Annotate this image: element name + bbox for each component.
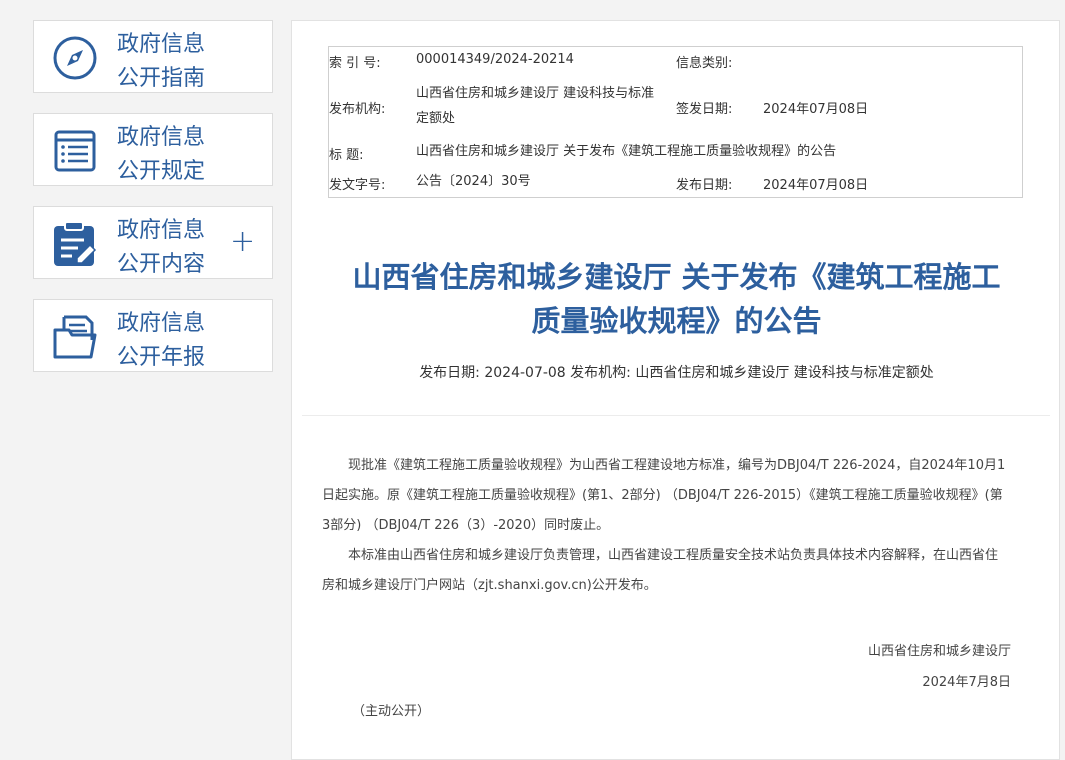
paragraph: 本标准由山西省住房和城乡建设厅负责管理，山西省建设工程质量安全技术站负责具体技术… [322, 548, 999, 593]
sidebar-item-content[interactable]: 政府信息 公开内容 + [33, 206, 273, 279]
disclosure-note: （主动公开） [352, 704, 431, 719]
org-label: 发布机构: [329, 102, 386, 117]
sidebar-item-label: 政府信息 公开指南 [117, 32, 206, 91]
category-label: 信息类别: [676, 56, 733, 71]
sidebar-item-guide[interactable]: 政府信息 公开指南 [33, 20, 273, 93]
index-value: 000014349/2024-20214 [416, 52, 574, 67]
sidebar-item-label: 政府信息 公开规定 [117, 125, 206, 184]
edit-clipboard-icon [54, 221, 97, 266]
article-body: 现批准《建筑工程施工质量验收规程》为山西省工程建设地方标准，编号为DBJ04/T… [322, 451, 1010, 601]
sidebar-item-annual-report[interactable]: 政府信息 公开年报 [33, 299, 273, 372]
sidebar: 政府信息 公开指南 政府信息 公开规定 政府信息 公开内容 + 政府信息 公开年… [33, 20, 273, 392]
article-title: 山西省住房和城乡建设厅 关于发布《建筑工程施工 质量验收规程》的公告 [352, 260, 1001, 338]
sign-date-label: 签发日期: [676, 102, 733, 117]
org-value: 山西省住房和城乡建设厅 建设科技与标准定额处 [416, 86, 655, 126]
publish-date-value: 2024年07月08日 [763, 178, 869, 193]
signer: 山西省住房和城乡建设厅 [867, 644, 1011, 659]
title-label: 标 题: [329, 148, 364, 163]
article-panel: 索 引 号: 000014349/2024-20214 信息类别: 发布机构: … [291, 20, 1060, 760]
sidebar-item-label: 政府信息 公开内容 [117, 218, 206, 277]
sign-date-value: 2024年07月08日 [763, 102, 869, 117]
sidebar-item-rules[interactable]: 政府信息 公开规定 [33, 113, 273, 186]
expand-icon[interactable]: + [230, 225, 255, 259]
paragraph: 现批准《建筑工程施工质量验收规程》为山西省工程建设地方标准，编号为DBJ04/T… [322, 458, 1006, 533]
doc-number-label: 发文字号: [329, 178, 386, 193]
list-document-icon [54, 130, 96, 172]
divider [302, 415, 1050, 416]
publish-date-label: 发布日期: [676, 178, 733, 193]
sign-date: 2024年7月8日 [922, 675, 1011, 690]
compass-icon [53, 36, 97, 80]
document-metadata-table: 索 引 号: 000014349/2024-20214 信息类别: 发布机构: … [328, 46, 1023, 198]
doc-number-value: 公告〔2024〕30号 [416, 174, 531, 189]
sidebar-item-label: 政府信息 公开年报 [117, 311, 206, 370]
index-label: 索 引 号: [329, 56, 381, 71]
title-value: 山西省住房和城乡建设厅 关于发布《建筑工程施工质量验收规程》的公告 [416, 144, 837, 159]
folder-document-icon [53, 315, 97, 359]
article-subline: 发布日期: 2024-07-08 发布机构: 山西省住房和城乡建设厅 建设科技与… [419, 365, 934, 381]
signature-block: 山西省住房和城乡建设厅 2024年7月8日 [868, 636, 1011, 698]
